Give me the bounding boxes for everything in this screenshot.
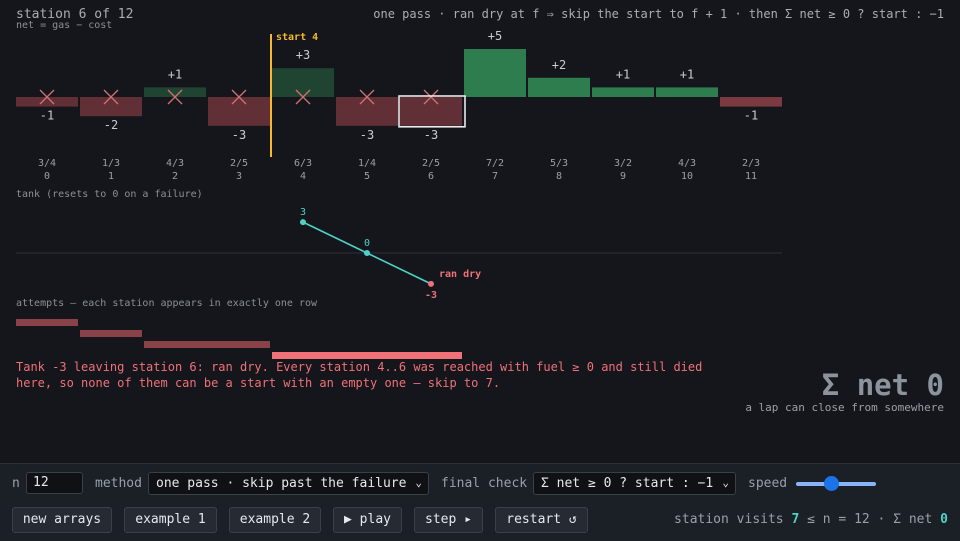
station-ratio-label: 2/3 — [742, 158, 760, 169]
station-ratio-label: 2/5 — [422, 158, 440, 169]
net-bar — [720, 97, 782, 107]
station-ratio-label: 1/3 — [102, 158, 120, 169]
station-ratio-label: 7/2 — [486, 158, 504, 169]
tank-point — [364, 250, 370, 256]
net-bar — [272, 68, 334, 97]
net-bar — [400, 97, 462, 126]
net-label: +1 — [168, 67, 182, 81]
station-ratio-label: 1/4 — [358, 158, 376, 169]
station-index-label: 5 — [364, 171, 370, 182]
speed-slider-handle[interactable] — [824, 476, 839, 491]
net-label: -3 — [360, 128, 374, 142]
net-label: +3 — [296, 48, 310, 62]
station-index-label: 7 — [492, 171, 498, 182]
station-index-label: 4 — [300, 171, 306, 182]
net-label: -1 — [40, 109, 54, 123]
example-1-button[interactable]: example 1 — [124, 507, 217, 533]
net-bar — [144, 87, 206, 97]
net-bar — [336, 97, 398, 126]
net-sum-value: 0 — [940, 512, 948, 527]
station-index-label: 0 — [44, 171, 50, 182]
net-label: +5 — [488, 29, 502, 43]
chevron-down-icon: ⌄ — [722, 476, 729, 489]
station-ratio-label: 3/4 — [38, 158, 56, 169]
sum-net-caption: a lap can close from somewhere — [745, 401, 944, 414]
station-index-label: 10 — [681, 171, 693, 182]
method-label: method — [95, 476, 142, 491]
net-label: +2 — [552, 58, 566, 72]
attempt-row — [80, 330, 142, 337]
net-bar — [656, 87, 718, 97]
example-2-button[interactable]: example 2 — [229, 507, 321, 533]
status-readout: station visits 7 ≤ n = 12 · Σ net 0 — [674, 512, 948, 527]
attempt-row — [144, 341, 270, 348]
new-arrays-button[interactable]: new arrays — [12, 507, 112, 533]
net-bar — [208, 97, 270, 126]
station-index-label: 2 — [172, 171, 178, 182]
net-bar — [528, 77, 590, 97]
net-bar — [464, 49, 526, 97]
station-ratio-label: 4/3 — [678, 158, 696, 169]
play-button[interactable]: ▶ play — [333, 507, 402, 533]
station-index-label: 6 — [428, 171, 434, 182]
ran-dry-label: ran dry — [439, 269, 481, 280]
net-label: -1 — [744, 109, 758, 123]
station-index-label: 11 — [745, 171, 757, 182]
restart-button[interactable]: restart ↺ — [495, 507, 588, 533]
tank-point-label: 3 — [300, 207, 306, 218]
final-check-label: final check — [441, 476, 528, 491]
method-select[interactable]: one pass · skip past the failure ⌄ — [148, 472, 429, 495]
station-ratio-label: 3/2 — [614, 158, 632, 169]
sum-net-display: Σ net 0 — [821, 368, 944, 402]
status-prefix: station visits — [674, 512, 792, 527]
attempt-row — [16, 319, 78, 326]
station-index-label: 8 — [556, 171, 562, 182]
method-select-value: one pass · skip past the failure — [156, 476, 407, 491]
tank-point — [428, 280, 434, 287]
station-ratio-label: 2/5 — [230, 158, 248, 169]
net-label: -3 — [232, 128, 246, 142]
net-label: -3 — [424, 128, 438, 142]
tank-point-label: -3 — [425, 290, 437, 301]
net-bar — [80, 97, 142, 117]
station-index-label: 3 — [236, 171, 242, 182]
station-index-label: 9 — [620, 171, 626, 182]
step-message: Tank -3 leaving station 6: ran dry. Ever… — [16, 360, 703, 390]
station-ratio-label: 6/3 — [294, 158, 312, 169]
attempts-section-label: attempts — each station appears in exact… — [16, 298, 318, 309]
n-input[interactable]: 12 — [26, 472, 83, 494]
station-ratio-label: 4/3 — [166, 158, 184, 169]
tank-line-segment — [302, 221, 368, 254]
status-middle: ≤ n = 12 · Σ net — [799, 512, 941, 527]
tank-point — [300, 219, 306, 226]
tank-point-label: 0 — [364, 238, 370, 249]
tank-section-label: tank (resets to 0 on a failure) — [16, 189, 203, 200]
station-ratio-label: 5/3 — [550, 158, 568, 169]
net-label: -2 — [104, 118, 118, 132]
station-index-label: 1 — [108, 171, 114, 182]
net-bar — [592, 87, 654, 97]
net-bar — [16, 97, 78, 107]
final-check-select[interactable]: Σ net ≥ 0 ? start : −1 ⌄ — [533, 472, 736, 495]
net-label: +1 — [680, 67, 694, 81]
speed-label: speed — [748, 476, 788, 491]
n-label: n — [12, 476, 20, 491]
tank-line-segment — [366, 252, 432, 285]
net-label: +1 — [616, 67, 630, 81]
start-marker-label: start 4 — [276, 32, 318, 43]
chevron-down-icon: ⌄ — [415, 476, 422, 489]
final-check-select-value: Σ net ≥ 0 ? start : −1 — [541, 476, 714, 491]
attempt-row — [272, 352, 462, 359]
step-button[interactable]: step ▸ — [414, 507, 483, 533]
